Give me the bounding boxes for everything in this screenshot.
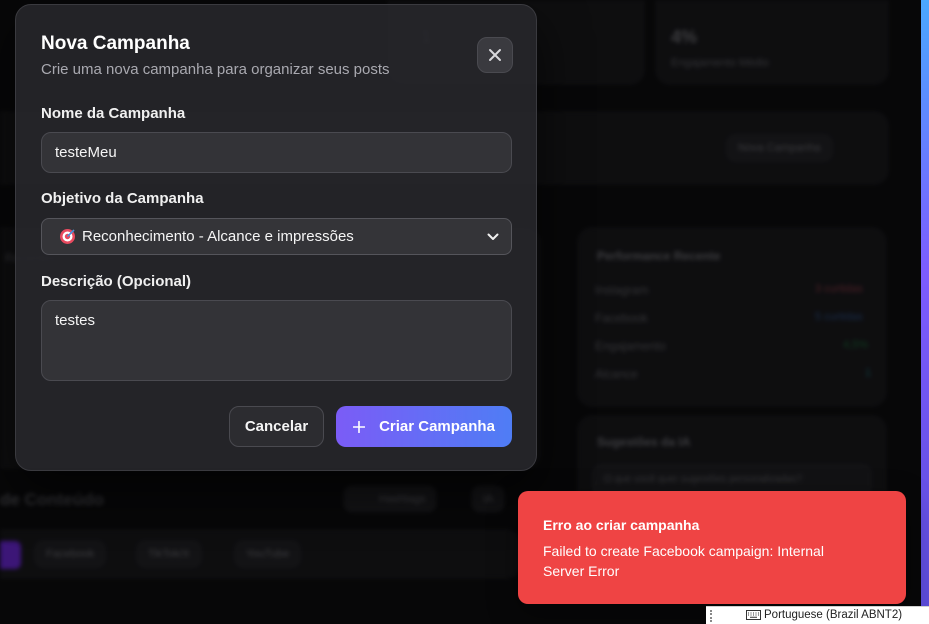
create-campaign-button[interactable]: Criar Campanha: [336, 406, 512, 447]
new-campaign-modal: Nova Campanha Crie uma nova campanha par…: [15, 4, 537, 471]
taskbar-grip: [710, 610, 712, 622]
toast-title: Erro ao criar campanha: [543, 517, 700, 533]
campaign-name-input[interactable]: [41, 132, 512, 173]
modal-title: Nova Campanha: [41, 33, 190, 54]
keyboard-layout-label: Portuguese (Brazil ABNT2): [764, 609, 903, 621]
os-taskbar: Portuguese (Brazil ABNT2): [706, 606, 929, 624]
plus-icon: [353, 420, 366, 433]
campaign-name-label: Nome da Campanha: [41, 105, 186, 122]
campaign-description-label: Descrição (Opcional): [41, 273, 192, 290]
toast-message: Failed to create Facebook campaign: Inte…: [543, 543, 824, 579]
campaign-objective-label: Objetivo da Campanha: [41, 190, 204, 207]
chevron-down-icon: [487, 233, 499, 240]
modal-subtitle: Crie uma nova campanha para organizar se…: [41, 61, 390, 78]
target-icon: [60, 229, 75, 244]
close-icon: [489, 49, 501, 61]
campaign-objective-value: Reconhecimento - Alcance e impressões: [82, 228, 354, 245]
close-button[interactable]: [477, 37, 513, 73]
error-toast[interactable]: Erro ao criar campanha Failed to create …: [518, 491, 906, 604]
create-campaign-label: Criar Campanha: [379, 418, 495, 435]
accent-strip: [921, 0, 929, 606]
campaign-description-textarea[interactable]: testes: [41, 300, 512, 381]
cancel-button[interactable]: Cancelar: [229, 406, 324, 447]
keyboard-icon: [746, 610, 761, 620]
keyboard-layout-indicator[interactable]: Portuguese (Brazil ABNT2): [746, 609, 902, 621]
campaign-objective-select[interactable]: Reconhecimento - Alcance e impressões: [41, 218, 512, 255]
